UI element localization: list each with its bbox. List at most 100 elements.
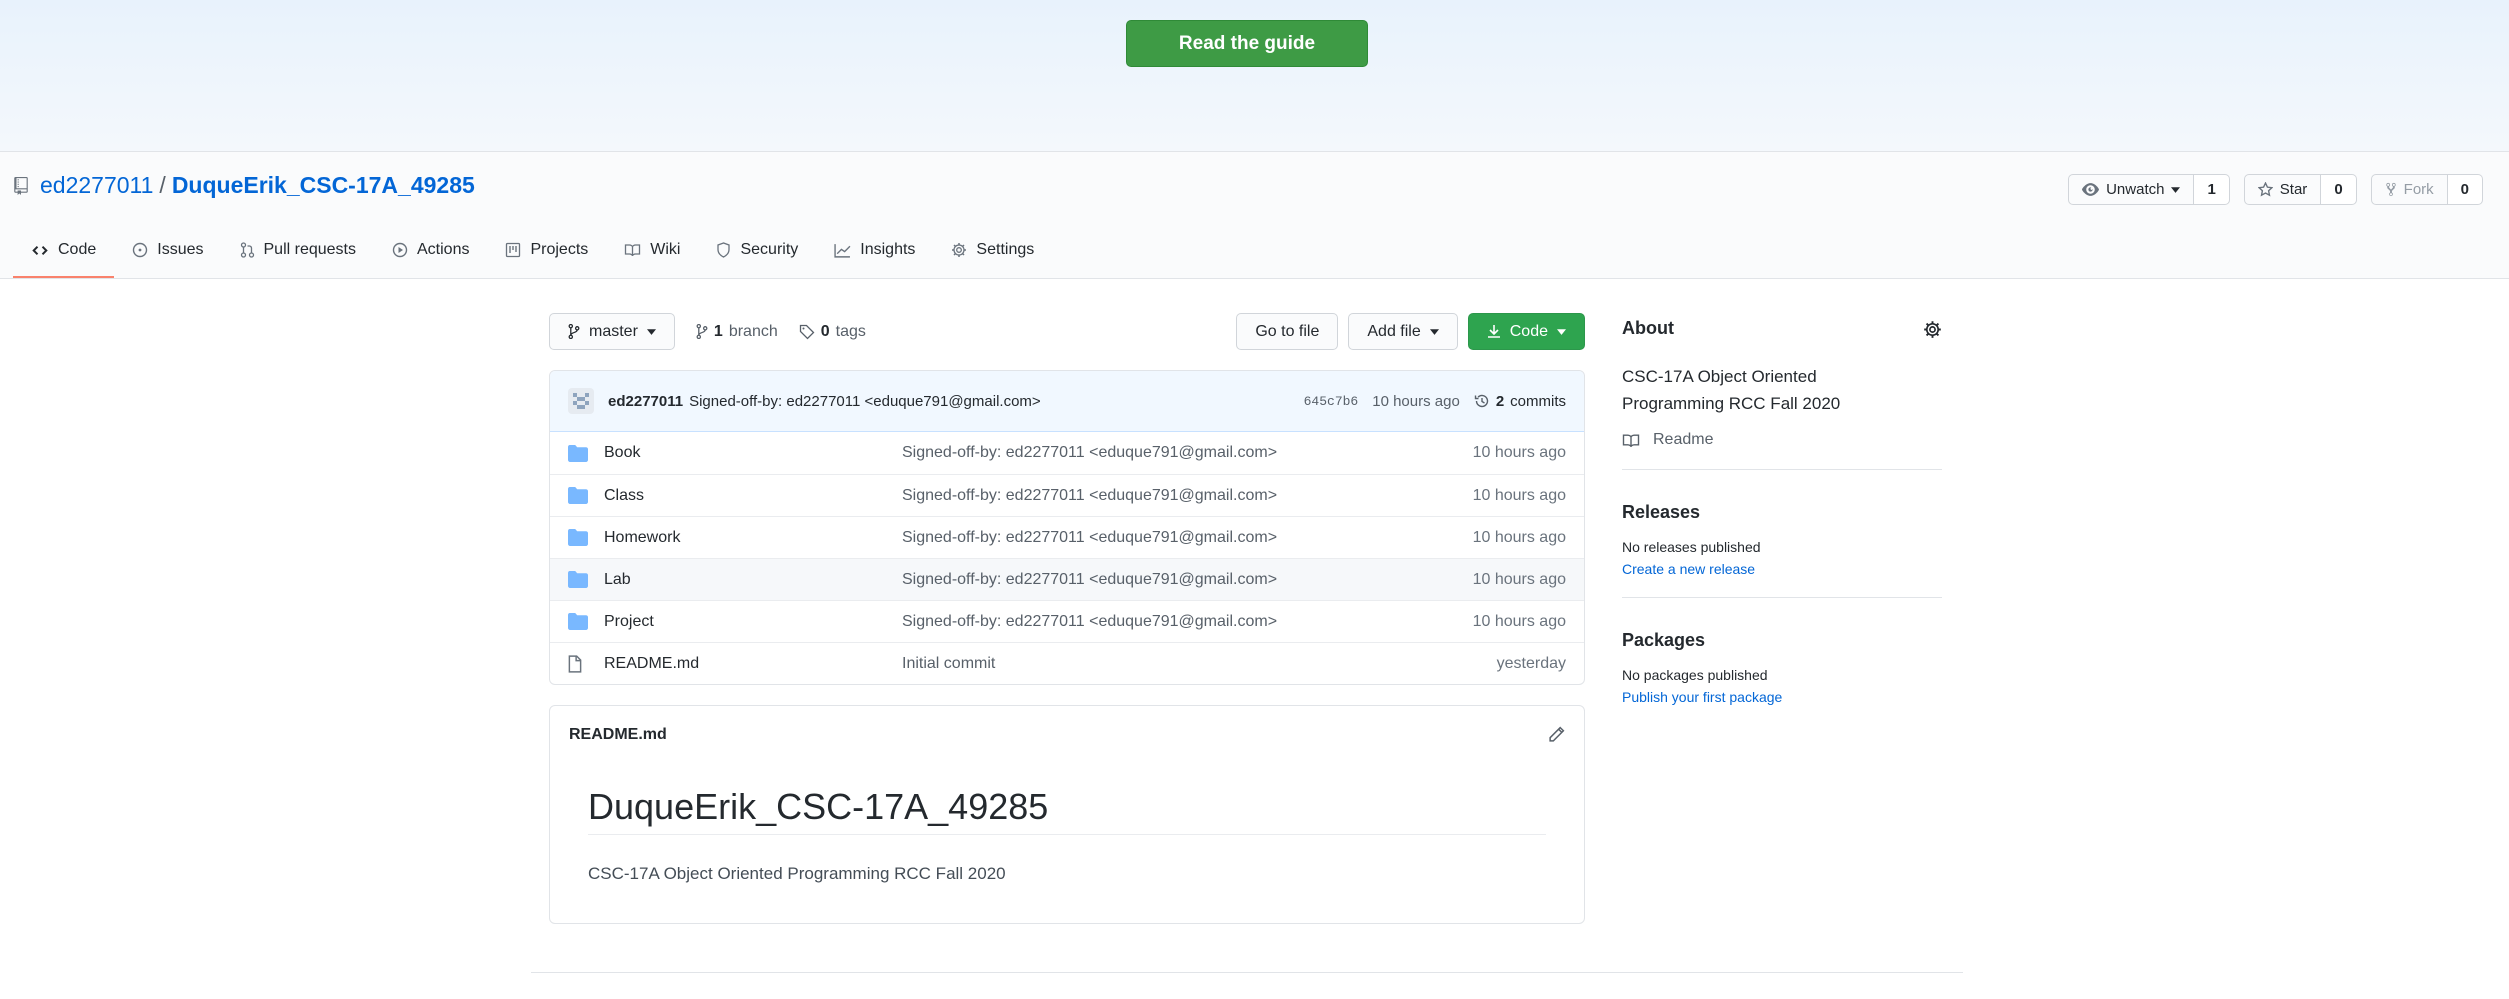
file-name[interactable]: Book	[604, 444, 902, 462]
file-name[interactable]: Project	[604, 613, 902, 631]
branch-select-button[interactable]: master	[549, 313, 675, 350]
fork-icon	[2385, 182, 2397, 197]
tab-wiki[interactable]: Wiki	[606, 224, 698, 278]
commit-message[interactable]: Signed-off-by: ed2277011 <eduque791@gmai…	[689, 393, 1041, 410]
tags-link[interactable]: 0 tags	[799, 323, 866, 341]
releases-title[interactable]: Releases	[1622, 502, 1942, 523]
readme-link[interactable]: Readme	[1622, 431, 1942, 449]
packages-title[interactable]: Packages	[1622, 630, 1942, 651]
folder-icon	[568, 444, 588, 462]
star-button[interactable]: Star	[2243, 174, 2322, 205]
releases-section: Releases No releases published Create a …	[1622, 470, 1942, 577]
toolbar-right: Go to file Add file Code	[1236, 313, 1585, 350]
tab-issues[interactable]: Issues	[114, 224, 221, 278]
file-toolbar: master 1 branch 0 tags Go to file Add fi…	[549, 313, 1585, 350]
forks-count[interactable]: 0	[2447, 174, 2483, 205]
go-to-file-button[interactable]: Go to file	[1236, 313, 1339, 350]
list-item[interactable]: Class Signed-off-by: ed2277011 <eduque79…	[550, 474, 1584, 516]
list-item[interactable]: README.md Initial commit yesterday	[550, 642, 1584, 684]
unwatch-label: Unwatch	[2106, 181, 2165, 198]
history-icon	[1474, 393, 1490, 409]
file-browser: ed2277011 Signed-off-by: ed2277011 <eduq…	[549, 370, 1585, 685]
packages-empty-text: No packages published	[1622, 667, 1768, 683]
tab-pull-requests[interactable]: Pull requests	[222, 224, 375, 278]
download-icon	[1487, 324, 1501, 339]
commit-sha[interactable]: 645c7b6	[1304, 394, 1359, 409]
issue-icon	[132, 242, 148, 258]
branches-link[interactable]: 1 branch	[696, 323, 778, 341]
file-name[interactable]: README.md	[604, 655, 902, 673]
file-name[interactable]: Homework	[604, 529, 902, 547]
file-age: 10 hours ago	[1472, 528, 1566, 546]
project-icon	[505, 242, 521, 258]
repo-name-link[interactable]: DuqueErik_CSC-17A_49285	[172, 172, 475, 199]
file-list: Book Signed-off-by: ed2277011 <eduque791…	[550, 432, 1584, 684]
tab-label: Insights	[860, 241, 916, 258]
create-release-link[interactable]: Create a new release	[1622, 561, 1942, 577]
tab-actions[interactable]: Actions	[374, 224, 487, 278]
tab-label: Code	[58, 241, 97, 258]
tab-projects[interactable]: Projects	[487, 224, 606, 278]
tab-code[interactable]: Code	[13, 224, 115, 278]
eye-icon	[2082, 183, 2100, 196]
tab-label: Issues	[157, 241, 204, 258]
branches-count: 1	[713, 322, 723, 340]
tab-label: Security	[740, 241, 799, 258]
shield-icon	[716, 242, 731, 258]
announcement-banner: Read the guide	[0, 0, 2509, 152]
tab-settings[interactable]: Settings	[933, 224, 1052, 278]
list-item[interactable]: Lab Signed-off-by: ed2277011 <eduque791@…	[550, 558, 1584, 600]
tab-label: Wiki	[650, 241, 681, 258]
code-icon	[31, 244, 49, 257]
chevron-down-icon	[2171, 186, 2181, 193]
file-age: 10 hours ago	[1472, 612, 1566, 630]
stars-count[interactable]: 0	[2321, 174, 2357, 205]
gear-icon[interactable]	[1923, 320, 1942, 339]
file-commit-message[interactable]: Signed-off-by: ed2277011 <eduque791@gmai…	[902, 487, 1277, 505]
avatar[interactable]	[568, 388, 594, 414]
list-item[interactable]: Book Signed-off-by: ed2277011 <eduque791…	[550, 432, 1584, 474]
about-description: CSC-17A Object Oriented Programming RCC …	[1622, 363, 1942, 417]
repo-title: ed2277011 / DuqueErik_CSC-17A_49285	[14, 172, 475, 199]
file-commit-message[interactable]: Signed-off-by: ed2277011 <eduque791@gmai…	[902, 529, 1277, 547]
add-file-button[interactable]: Add file	[1348, 313, 1458, 350]
code-download-button[interactable]: Code	[1467, 313, 1585, 350]
tab-insights[interactable]: Insights	[816, 224, 933, 278]
repo-sidebar: About CSC-17A Object Oriented Programmin…	[1622, 318, 1942, 705]
file-age: yesterday	[1496, 654, 1566, 672]
file-commit-message[interactable]: Signed-off-by: ed2277011 <eduque791@gmai…	[902, 571, 1277, 589]
publish-package-link[interactable]: Publish your first package	[1622, 689, 1942, 705]
file-commit-message[interactable]: Initial commit	[902, 655, 995, 673]
main-content: master 1 branch 0 tags Go to file Add fi…	[549, 313, 1585, 924]
pencil-icon[interactable]	[1548, 726, 1565, 743]
unwatch-button[interactable]: Unwatch	[2068, 174, 2195, 205]
read-guide-button[interactable]: Read the guide	[1126, 20, 1368, 67]
file-age: 10 hours ago	[1472, 570, 1566, 588]
file-commit-message[interactable]: Signed-off-by: ed2277011 <eduque791@gmai…	[902, 444, 1277, 462]
branch-name: master	[589, 322, 638, 340]
tab-label: Projects	[530, 241, 589, 258]
tab-security[interactable]: Security	[698, 224, 816, 278]
readme-panel: README.md DuqueErik_CSC-17A_49285 CSC-17…	[549, 705, 1585, 924]
list-item[interactable]: Homework Signed-off-by: ed2277011 <eduqu…	[550, 516, 1584, 558]
file-commit-message[interactable]: Signed-off-by: ed2277011 <eduque791@gmai…	[902, 613, 1277, 631]
about-description-line: CSC-17A Object Oriented	[1622, 367, 1817, 386]
fork-button-group: Fork 0	[2370, 174, 2483, 205]
file-name[interactable]: Lab	[604, 571, 902, 589]
commits-count: 2	[1495, 392, 1505, 410]
commit-author[interactable]: ed2277011	[608, 393, 683, 410]
fork-label: Fork	[2403, 181, 2434, 198]
fork-button[interactable]: Fork	[2370, 174, 2448, 205]
folder-icon	[568, 613, 588, 630]
commits-link[interactable]: 2 commits	[1474, 393, 1566, 410]
star-icon	[2257, 182, 2273, 197]
watchers-count[interactable]: 1	[2194, 174, 2230, 205]
releases-empty-text: No releases published	[1622, 539, 1761, 555]
repo-header: ed2277011 / DuqueErik_CSC-17A_49285 Unwa…	[0, 152, 2509, 279]
commits-label: commits	[1510, 392, 1566, 410]
readme-body: CSC-17A Object Oriented Programming RCC …	[588, 864, 1006, 883]
list-item[interactable]: Project Signed-off-by: ed2277011 <eduque…	[550, 600, 1584, 642]
repo-owner-link[interactable]: ed2277011	[40, 172, 153, 199]
file-name[interactable]: Class	[604, 487, 902, 505]
tab-label: Actions	[417, 241, 470, 258]
